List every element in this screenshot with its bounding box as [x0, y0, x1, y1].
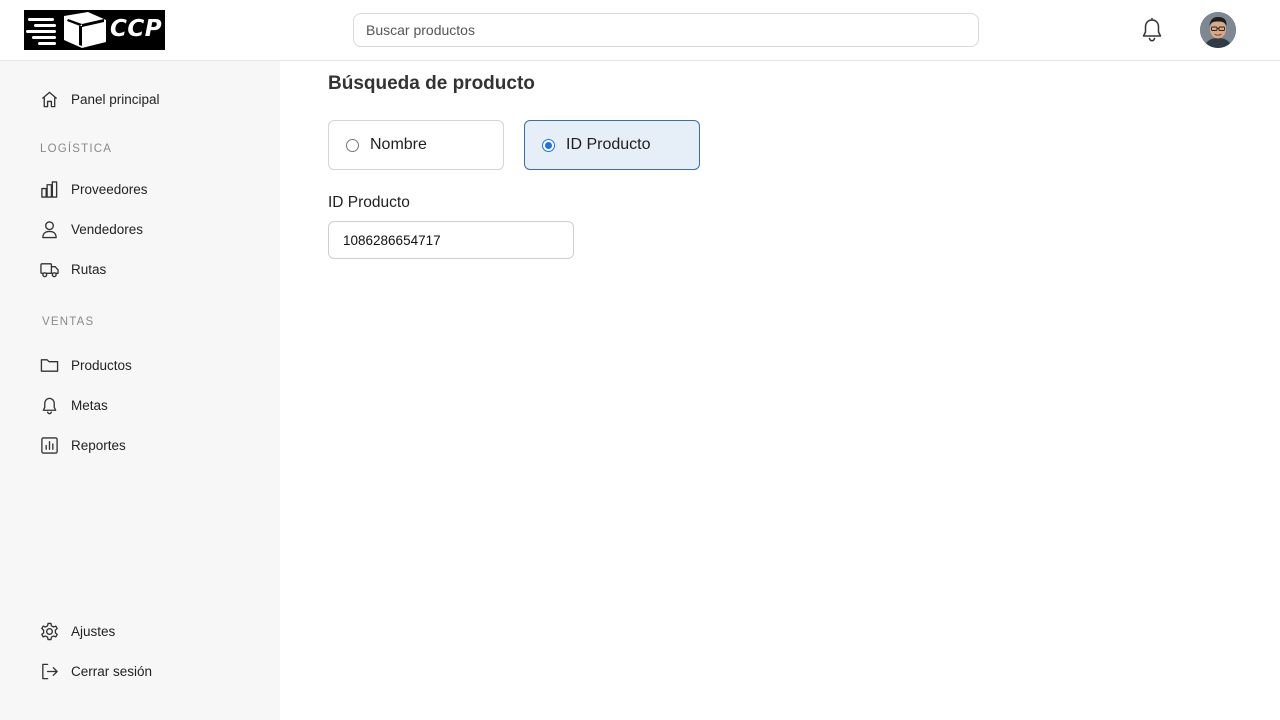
gear-icon	[40, 622, 59, 641]
sidebar-item-metas[interactable]: Metas	[40, 393, 108, 417]
bar-chart-icon	[40, 436, 59, 455]
option-label: Nombre	[370, 136, 427, 153]
notifications-bell-icon[interactable]	[1140, 17, 1164, 43]
folder-icon	[40, 356, 59, 375]
bell-icon	[40, 396, 59, 415]
radio-nombre[interactable]	[346, 138, 359, 152]
sidebar-item-label: Reportes	[71, 437, 126, 453]
building-chart-icon	[40, 180, 59, 199]
search-mode-option-nombre[interactable]: Nombre	[328, 120, 504, 170]
search-mode-option-id-producto[interactable]: ID Producto	[524, 120, 700, 170]
home-icon	[40, 90, 59, 109]
section-label-logistica: LOGÍSTICA	[40, 143, 113, 155]
sidebar-item-proveedores[interactable]: Proveedores	[40, 177, 148, 201]
sidebar-item-label: Panel principal	[71, 91, 160, 107]
page-title: Búsqueda de producto	[328, 73, 535, 94]
sidebar-item-panel-principal[interactable]: Panel principal	[40, 87, 160, 111]
sidebar-item-label: Cerrar sesión	[71, 663, 153, 679]
search-input[interactable]	[353, 13, 979, 47]
sidebar-item-rutas[interactable]: Rutas	[40, 257, 106, 281]
sidebar-item-label: Proveedores	[71, 181, 148, 197]
sidebar-item-label: Vendedores	[71, 221, 144, 237]
id-producto-label: ID Producto	[328, 194, 410, 211]
option-label: ID Producto	[566, 136, 651, 153]
radio-id-producto[interactable]	[542, 138, 555, 152]
sidebar-item-productos[interactable]: Productos	[40, 353, 132, 377]
sidebar-item-label: Ajustes	[71, 623, 116, 639]
user-icon	[40, 220, 59, 239]
ccp-logo[interactable]: CCP	[24, 10, 165, 50]
sidebar-item-reportes[interactable]: Reportes	[40, 433, 126, 457]
logout-icon	[40, 662, 59, 681]
sidebar-item-label: Metas	[71, 397, 108, 413]
sidebar-item-label: Productos	[71, 357, 132, 373]
logo-text: CCP	[110, 16, 163, 42]
truck-icon	[40, 260, 59, 279]
user-avatar[interactable]	[1200, 12, 1236, 48]
id-producto-input[interactable]	[328, 221, 574, 259]
top-header: CCP	[0, 0, 1280, 61]
sidebar: Panel principal LOGÍSTICA Proveedores Ve…	[0, 61, 280, 720]
sidebar-item-vendedores[interactable]: Vendedores	[40, 217, 143, 241]
sidebar-item-ajustes[interactable]: Ajustes	[40, 619, 115, 643]
sidebar-item-label: Rutas	[71, 261, 107, 277]
sidebar-item-cerrar-sesion[interactable]: Cerrar sesión	[40, 659, 152, 683]
section-label-ventas: VENTAS	[42, 316, 95, 328]
